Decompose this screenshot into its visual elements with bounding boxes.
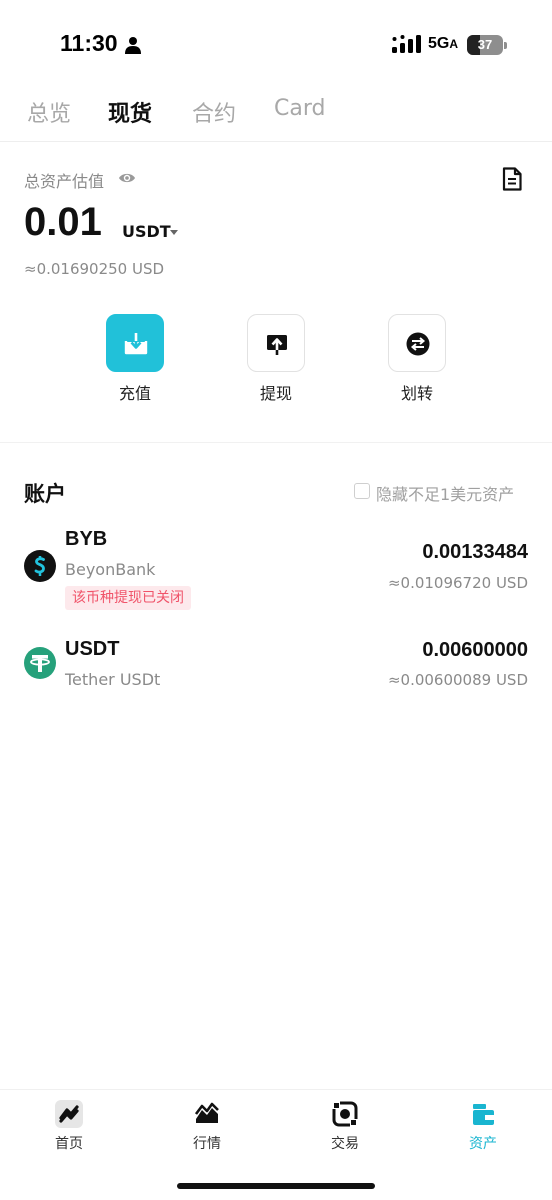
coin-usd-equivalent: ≈0.00600089 USD xyxy=(387,671,528,689)
transfer-icon xyxy=(406,332,430,356)
eye-icon[interactable] xyxy=(118,171,136,185)
nav-home[interactable]: 首页 xyxy=(19,1100,119,1160)
caret-down-icon[interactable] xyxy=(170,230,178,235)
status-time: 11:30 xyxy=(60,30,118,56)
byb-coin-icon xyxy=(24,550,56,582)
market-icon xyxy=(194,1102,219,1123)
tab-card[interactable]: Card xyxy=(274,96,325,121)
total-asset-value: 0.01 xyxy=(24,200,102,244)
coin-symbol: BYB xyxy=(65,528,108,550)
nav-assets[interactable]: 资产 xyxy=(433,1100,533,1160)
coin-usd-equivalent: ≈0.01096720 USD xyxy=(387,574,528,592)
coin-amount: 0.00133484 xyxy=(422,541,528,563)
nav-trade-label: 交易 xyxy=(331,1136,359,1152)
home-icon xyxy=(55,1100,83,1128)
tab-contract[interactable]: 合约 xyxy=(192,96,236,128)
status-bar: 11:30 5GA 37 xyxy=(0,0,552,90)
withdraw-closed-badge: 该币种提现已关闭 xyxy=(65,586,191,610)
nav-market[interactable]: 行情 xyxy=(157,1100,257,1160)
withdraw-button[interactable]: 提现 xyxy=(247,314,307,403)
signal-icon xyxy=(392,35,421,53)
withdraw-button-box[interactable] xyxy=(247,314,305,372)
coin-symbol: USDT xyxy=(65,638,120,660)
coin-name: BeyonBank xyxy=(65,560,156,579)
asset-row-usdt[interactable]: USDT Tether USDt 0.00600000 ≈0.00600089 … xyxy=(0,636,552,696)
document-icon[interactable] xyxy=(501,167,523,191)
battery-icon: 37 xyxy=(467,35,507,55)
top-tabs: 总览 现货 合约 Card xyxy=(0,96,552,142)
currency-select[interactable]: USDT xyxy=(122,222,171,241)
hide-small-assets-label: 隐藏不足1美元资产 xyxy=(376,485,515,504)
transfer-label: 划转 xyxy=(400,384,433,403)
nav-assets-label: 资产 xyxy=(469,1136,497,1152)
asset-row-byb[interactable]: BYB BeyonBank 该币种提现已关闭 0.00133484 ≈0.010… xyxy=(0,526,552,616)
deposit-button-box[interactable] xyxy=(106,314,164,372)
trade-icon xyxy=(331,1100,359,1128)
account-section-title: 账户 xyxy=(24,482,66,506)
coin-amount: 0.00600000 xyxy=(422,639,528,661)
home-indicator xyxy=(177,1183,375,1189)
transfer-button[interactable]: 划转 xyxy=(388,314,448,403)
wallet-icon xyxy=(473,1104,494,1125)
person-icon xyxy=(125,37,141,54)
tether-coin-icon xyxy=(24,647,56,679)
transfer-button-box[interactable] xyxy=(388,314,446,372)
deposit-icon xyxy=(124,333,148,355)
nav-trade[interactable]: 交易 xyxy=(295,1100,395,1160)
tab-spot[interactable]: 现货 xyxy=(108,96,152,128)
nav-home-label: 首页 xyxy=(55,1136,83,1152)
hide-small-assets-checkbox[interactable] xyxy=(354,483,370,499)
battery-level: 37 xyxy=(477,37,493,52)
network-label: 5GA xyxy=(428,35,459,52)
coin-name: Tether USDt xyxy=(65,670,161,689)
total-assets-label: 总资产估值 xyxy=(24,172,105,191)
withdraw-icon xyxy=(267,335,287,355)
total-usd-equivalent: ≈0.01690250 USD xyxy=(24,260,165,278)
withdraw-label: 提现 xyxy=(259,384,292,403)
deposit-label: 充值 xyxy=(118,384,151,403)
tab-overview[interactable]: 总览 xyxy=(27,96,71,128)
deposit-button[interactable]: 充值 xyxy=(106,314,166,403)
section-divider xyxy=(0,442,552,443)
nav-market-label: 行情 xyxy=(193,1136,221,1152)
